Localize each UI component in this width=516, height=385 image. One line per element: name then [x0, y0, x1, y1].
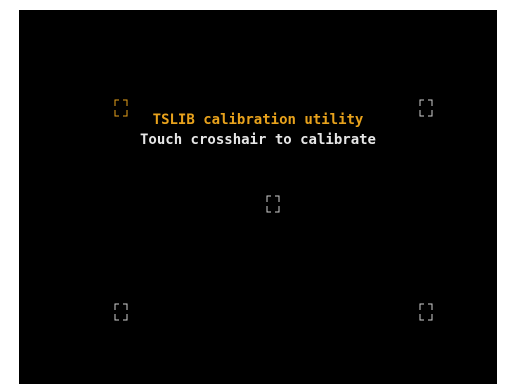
- crosshair-glyph: [114, 303, 128, 321]
- crosshair-top-left-icon[interactable]: [110, 97, 132, 119]
- crosshair-glyph: [266, 195, 280, 213]
- crosshair-glyph: [419, 99, 433, 117]
- crosshair-glyph: [114, 99, 128, 117]
- calibration-screen[interactable]: TSLIB calibration utility Touch crosshai…: [19, 10, 497, 384]
- crosshair-glyph: [419, 303, 433, 321]
- calibration-instruction: Touch crosshair to calibrate: [139, 132, 376, 148]
- crosshair-bottom-left-icon[interactable]: [110, 301, 132, 323]
- crosshair-bottom-right-icon[interactable]: [415, 301, 437, 323]
- crosshair-center-icon[interactable]: [262, 193, 284, 215]
- crosshair-top-right-icon[interactable]: [415, 97, 437, 119]
